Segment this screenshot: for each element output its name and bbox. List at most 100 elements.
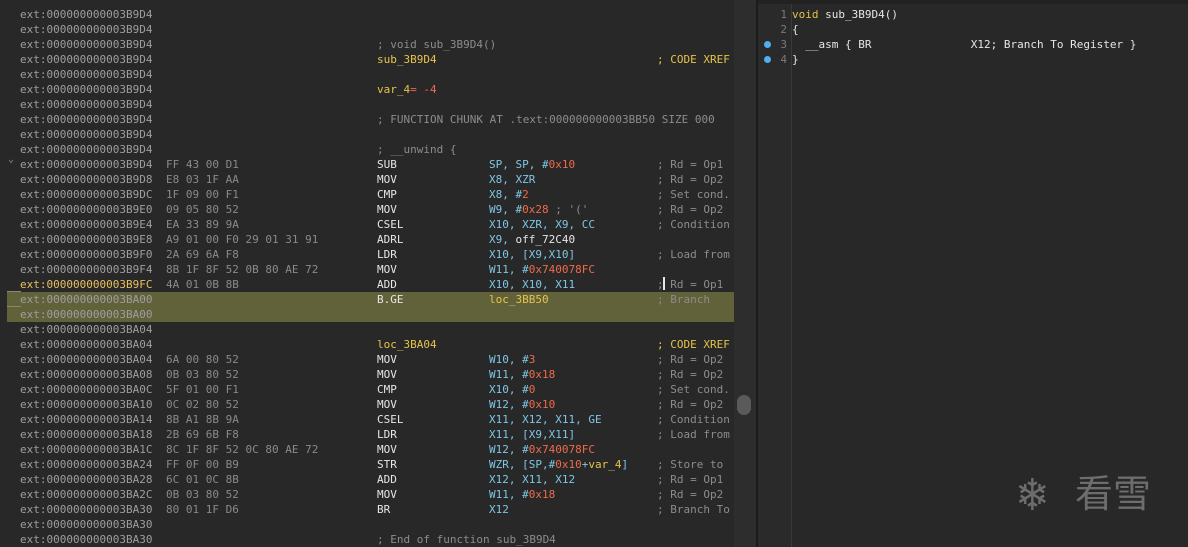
address: ext:000000000003BA04 xyxy=(20,338,153,351)
disasm-row[interactable]: ext:000000000003BA00 xyxy=(0,307,734,322)
disasm-row[interactable]: ext:000000000003B9D4 xyxy=(0,67,734,82)
auto-comment: ; Set cond. xyxy=(657,188,730,201)
disasm-row[interactable]: ext:000000000003B9DC 1F 09 00 F1 CMP X8, #2… xyxy=(0,187,734,202)
line-number: 1 xyxy=(780,8,787,21)
operands[interactable]: W9, #0x28 ; '(' xyxy=(489,202,588,217)
disasm-row[interactable]: ext:000000000003BA04 6A 00 80 52 MOV W10, #… xyxy=(0,352,734,367)
disasm-row[interactable]: ext:000000000003BA30 80 01 1F D6 BR X12 ; Br… xyxy=(0,502,734,517)
disasm-row[interactable]: ext:000000000003BA0C 5F 01 00 F1 CMP X10, #… xyxy=(0,382,734,397)
operands[interactable]: X10, [X9,X10] xyxy=(489,247,575,262)
disasm-row[interactable]: ext:000000000003B9D4 ; void sub_3B9D4() xyxy=(0,37,734,52)
disasm-row[interactable]: ext:000000000003B9F0 2A 69 6A F8 LDR X10, [… xyxy=(0,247,734,262)
operands[interactable]: X9, off_72C40 xyxy=(489,232,575,247)
disasm-row[interactable]: ext:000000000003B9D4 sub_3B9D4 ; CODE XREF xyxy=(0,52,734,67)
xref-comment[interactable]: ; CODE XREF xyxy=(657,52,730,67)
operands[interactable]: SP, SP, #0x10 xyxy=(489,157,575,172)
operand-text: W12, # xyxy=(489,398,529,411)
disassembly-view[interactable]: ext:000000000003B9D4 ext:000000000003B9D4… xyxy=(0,0,734,547)
code-line[interactable]: 2{ xyxy=(758,22,1188,37)
disasm-row[interactable]: ext:000000000003BA08 0B 03 80 52 MOV W11, #… xyxy=(0,367,734,382)
disasm-row[interactable]: ext:000000000003B9D4 ; __unwind { xyxy=(0,142,734,157)
breakpoint-dot-icon[interactable] xyxy=(764,41,771,48)
operands[interactable]: W11, #0x18 xyxy=(489,487,555,502)
disasm-row[interactable]: ext:000000000003B9D8 E8 03 1F AA MOV X8, XZ… xyxy=(0,172,734,187)
address: ext:000000000003BA24 xyxy=(20,458,153,471)
code-content: __asm { BR X12; Branch To Register } xyxy=(792,38,1137,51)
operands[interactable]: X11, X12, X11, GE xyxy=(489,412,602,427)
disasm-row[interactable]: ext:000000000003B9FC 4A 01 0B 8B ADD X10, X… xyxy=(0,277,734,292)
code-text[interactable]: void sub_3B9D4() xyxy=(792,7,898,22)
disasm-row[interactable]: ext:000000000003B9D4 ; FUNCTION CHUNK AT … xyxy=(0,112,734,127)
operand-text: off_72C40 xyxy=(515,233,576,246)
disasm-row[interactable]: ext:000000000003BA18 2B 69 6B F8 LDR X11, [… xyxy=(0,427,734,442)
immediate: 0x740078FC xyxy=(528,443,595,456)
row-separator xyxy=(7,306,21,307)
xref-comment[interactable]: ; CODE XREF xyxy=(657,337,730,352)
operands[interactable]: W12, #0x740078FC xyxy=(489,442,595,457)
disasm-row[interactable]: ext:000000000003BA10 0C 02 80 52 MOV W12, #… xyxy=(0,397,734,412)
disasm-row[interactable]: ext:000000000003BA14 8B A1 8B 9A CSEL X11, … xyxy=(0,412,734,427)
disasm-row[interactable]: ext:000000000003B9D4 FF 43 00 D1 SUB SP, SP… xyxy=(0,157,734,172)
operands[interactable]: X11, [X9,X11] xyxy=(489,427,575,442)
disasm-row[interactable]: ext:000000000003BA28 6C 01 0C 8B ADD X12, X… xyxy=(0,472,734,487)
immediate: 0x18 xyxy=(528,368,556,381)
code-line[interactable]: 3 __asm { BR X12; Branch To Register } xyxy=(758,37,1188,52)
operands[interactable]: W11, #0x18 xyxy=(489,367,555,382)
operands[interactable]: WZR, [SP,#0x10+var_4] xyxy=(489,457,628,472)
disasm-row[interactable]: ext:000000000003BA04 loc_3BA04 ; CODE XREF xyxy=(0,337,734,352)
operands[interactable]: loc_3BB50 xyxy=(489,292,549,307)
disasm-row[interactable]: ext:000000000003BA04 xyxy=(0,322,734,337)
disasm-row[interactable]: ext:000000000003B9F4 8B 1F 8F 52 0B 80 AE… xyxy=(0,262,734,277)
scrollbar-thumb[interactable] xyxy=(737,395,751,415)
code-text[interactable]: __asm { BR X12; Branch To Register } xyxy=(792,37,1136,52)
opcode-bytes: FF 0F 00 B9 xyxy=(166,458,239,471)
label[interactable]: var_4= -4 xyxy=(377,82,437,97)
operands[interactable]: X8, #2 xyxy=(489,187,529,202)
line-number-gutter xyxy=(758,0,792,547)
opcode-bytes: E8 03 1F AA xyxy=(166,173,239,186)
label[interactable]: loc_3BA04 xyxy=(377,337,437,352)
operands[interactable]: X10, XZR, X9, CC xyxy=(489,217,595,232)
operands[interactable]: X10, X10, X11 xyxy=(489,277,575,292)
disasm-row[interactable]: ext:000000000003B9D4 xyxy=(0,22,734,37)
watermark: ❄ 看雪 xyxy=(1018,465,1168,523)
operands[interactable]: W12, #0x10 xyxy=(489,397,555,412)
code-text[interactable]: { xyxy=(792,22,799,37)
opcode-bytes: FF 43 00 D1 xyxy=(166,158,239,171)
disasm-row[interactable]: ext:000000000003B9D4 xyxy=(0,7,734,22)
opcode-bytes: 6A 00 80 52 xyxy=(166,353,239,366)
operands[interactable]: X12 xyxy=(489,502,509,517)
operand-text: X12 xyxy=(489,503,509,516)
disasm-row[interactable]: ext:000000000003B9D4 xyxy=(0,97,734,112)
disasm-row[interactable]: ext:000000000003B9D4 var_4= -4 xyxy=(0,82,734,97)
disasm-row[interactable]: ext:000000000003BA30 xyxy=(0,517,734,532)
address: ext:000000000003BA00 xyxy=(20,293,153,306)
disasm-row[interactable]: ext:000000000003B9E0 09 05 80 52 MOV W9, #0… xyxy=(0,202,734,217)
label[interactable]: sub_3B9D4 xyxy=(377,52,437,67)
code-line[interactable]: 1 void sub_3B9D4() xyxy=(758,7,1188,22)
mnemonic: BR xyxy=(377,503,391,516)
operand-text: X10, X10, X11 xyxy=(489,278,576,291)
disasm-row[interactable]: ext:000000000003BA24 FF 0F 00 B9 STR WZR, [… xyxy=(0,457,734,472)
operands[interactable]: W11, #0x740078FC xyxy=(489,262,595,277)
operands[interactable]: X10, #0 xyxy=(489,382,535,397)
breakpoint-dot-icon[interactable] xyxy=(764,56,771,63)
code-line[interactable]: 4} xyxy=(758,52,1188,67)
operands[interactable]: X12, X11, X12 xyxy=(489,472,575,487)
disasm-row[interactable]: ext:000000000003BA2C 0B 03 80 52 MOV W11, #… xyxy=(0,487,734,502)
disasm-row[interactable]: ext:000000000003B9D4 xyxy=(0,127,734,142)
operands[interactable]: X8, XZR xyxy=(489,172,535,187)
collapse-chevron-icon[interactable]: ⌄ xyxy=(8,154,14,165)
disasm-row[interactable]: ext:000000000003BA1C 8C 1F 8F 52 0C 80 AE… xyxy=(0,442,734,457)
auto-comment: ; Load from xyxy=(657,428,730,441)
opcode-bytes: 0B 03 80 52 xyxy=(166,488,239,501)
code-text[interactable]: } xyxy=(792,52,799,67)
disasm-row[interactable]: ext:000000000003BA00 B.GE loc_3BB50 ; Branc… xyxy=(0,292,734,307)
disasm-row[interactable]: ext:000000000003BA30 ; End of function su… xyxy=(0,532,734,547)
disasm-row[interactable]: ext:000000000003B9E4 EA 33 89 9A CSEL X10, … xyxy=(0,217,734,232)
address: ext:000000000003B9D4 xyxy=(20,53,153,66)
mnemonic: B.GE xyxy=(377,293,404,306)
operands[interactable]: W10, #3 xyxy=(489,352,535,367)
disasm-row[interactable]: ext:000000000003B9E8 A9 01 00 F0 29 01 31… xyxy=(0,232,734,247)
disassembly-scrollbar[interactable] xyxy=(734,0,756,547)
